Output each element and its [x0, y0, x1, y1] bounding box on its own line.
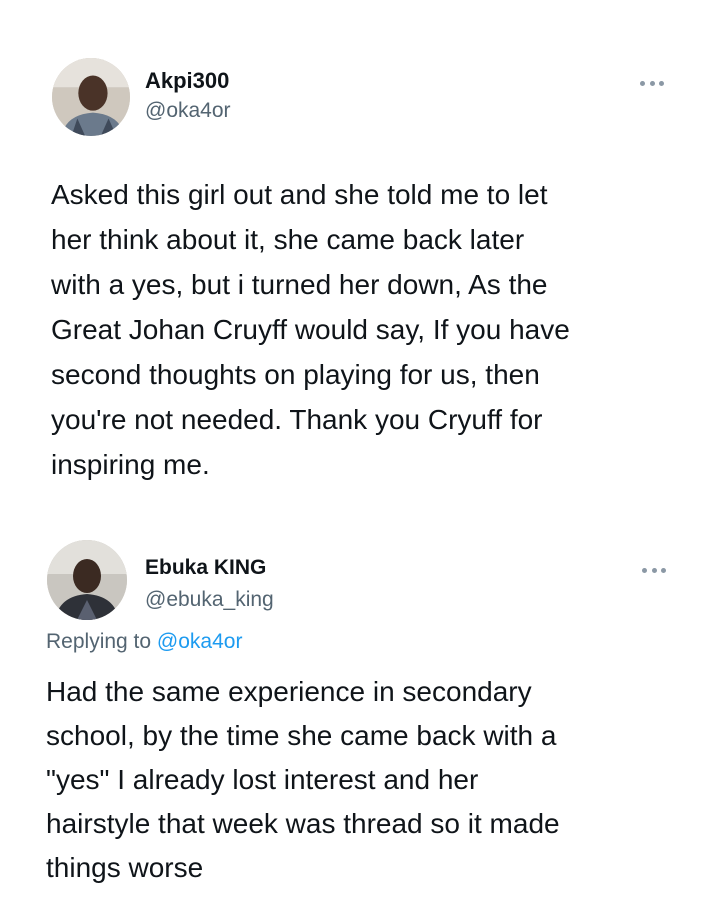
reply-mention-link[interactable]: @oka4or — [157, 630, 243, 653]
user-avatar-icon — [47, 540, 127, 620]
dot — [651, 567, 657, 573]
user-avatar-icon — [52, 58, 130, 136]
author-avatar[interactable] — [52, 58, 130, 136]
tweet-reply: Ebuka KING @ebuka_king Replying to @oka4… — [0, 520, 720, 900]
replying-prefix: Replying to — [46, 630, 157, 653]
more-options-icon[interactable] — [642, 565, 666, 575]
dot — [640, 80, 645, 86]
author-handle[interactable]: @ebuka_king — [145, 588, 274, 612]
dot — [642, 567, 647, 573]
more-options-icon[interactable] — [640, 78, 664, 88]
author-name[interactable]: Ebuka KING — [145, 556, 266, 580]
author-handle[interactable]: @oka4or — [145, 99, 231, 123]
tweet-text: Asked this girl out and she told me to l… — [51, 179, 570, 480]
tweet-original: Akpi300 @oka4or Asked this girl out and … — [0, 0, 720, 520]
author-name[interactable]: Akpi300 — [145, 68, 229, 94]
dot — [659, 80, 664, 86]
dot — [649, 80, 655, 86]
replying-to: Replying to @oka4or — [46, 630, 242, 654]
tweet-text: Had the same experience in secondary sch… — [46, 676, 560, 883]
author-avatar[interactable] — [47, 540, 127, 620]
dot — [661, 567, 666, 573]
